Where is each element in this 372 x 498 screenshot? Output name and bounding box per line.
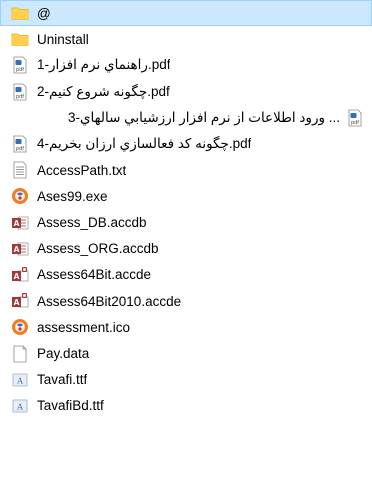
file-row-accdb[interactable]: A Assess_DB.accdb (0, 210, 372, 236)
folder-icon (10, 29, 30, 49)
file-name: چگونه شروع کنيم-2.pdf (37, 83, 170, 99)
file-name: راهنماي نرم افزار-1.pdf (37, 57, 171, 73)
file-row-accde[interactable]: A Assess64Bit.accde (0, 262, 372, 288)
file-name: Pay.data (37, 346, 90, 362)
file-row-pdf[interactable]: pdf راهنماي نرم افزار-1.pdf (0, 52, 372, 78)
svg-text:pdf: pdf (16, 94, 24, 100)
access-accde-icon: A (10, 265, 30, 285)
file-name: Assess64Bit2010.accde (37, 293, 182, 309)
app-exe-icon (10, 186, 30, 206)
pdf-icon: pdf (10, 134, 30, 154)
file-name: AccessPath.txt (37, 162, 127, 178)
svg-text:A: A (14, 245, 20, 254)
file-row-ttf[interactable]: A Tavafi.ttf (0, 367, 372, 393)
file-list: @ Uninstall pdf راهنماي نرم افزار-1.pdf (0, 0, 372, 498)
svg-text:pdf: pdf (16, 146, 24, 152)
access-db-icon: A (10, 213, 30, 233)
pdf-icon: pdf (10, 82, 30, 102)
file-row-pdf[interactable]: pdf چگونه کد فعالسازي ارزان بخريم-4.pdf (0, 131, 372, 157)
file-name: assessment.ico (37, 319, 131, 335)
file-row-accdb[interactable]: A Assess_ORG.accdb (0, 236, 372, 262)
file-name: چگونه کد فعالسازي ارزان بخريم-4.pdf (37, 136, 252, 152)
file-name: Ases99.exe (37, 188, 108, 204)
file-row-accde[interactable]: A Assess64Bit2010.accde (0, 288, 372, 314)
file-row-data[interactable]: Pay.data (0, 340, 372, 366)
blank-file-icon (10, 344, 30, 364)
file-name: Assess_DB.accdb (37, 215, 147, 231)
svg-text:A: A (14, 219, 20, 228)
file-row-txt[interactable]: AccessPath.txt (0, 157, 372, 183)
font-file-icon: A (10, 370, 30, 390)
file-row-uninstall-folder[interactable]: Uninstall (0, 26, 372, 52)
file-row-ico[interactable]: assessment.ico (0, 314, 372, 340)
pdf-icon: pdf (345, 108, 365, 128)
file-row-at-folder[interactable]: @ (0, 0, 372, 27)
svg-text:A: A (16, 376, 23, 385)
svg-text:pdf: pdf (351, 120, 359, 126)
file-name: Uninstall (37, 31, 89, 47)
svg-text:A: A (14, 298, 20, 307)
file-name: Tavafi.ttf (37, 372, 88, 388)
file-row-pdf[interactable]: pdf چگونه شروع کنيم-2.pdf (0, 79, 372, 105)
access-accde-icon: A (10, 291, 30, 311)
file-name: ورود اطلاعات از نرم افزار ارزشيابي سالها… (67, 109, 340, 125)
access-db-icon: A (10, 239, 30, 259)
svg-text:pdf: pdf (16, 67, 24, 73)
file-name: Assess_ORG.accdb (37, 241, 159, 257)
file-row-ttf[interactable]: A TavafiBd.ttf (0, 393, 372, 419)
file-name: @ (37, 5, 51, 21)
file-row-exe[interactable]: Ases99.exe (0, 183, 372, 209)
svg-text:A: A (16, 402, 23, 411)
folder-icon (10, 3, 30, 23)
font-file-icon: A (10, 396, 30, 416)
file-name: TavafiBd.ttf (37, 398, 104, 414)
pdf-icon: pdf (10, 55, 30, 75)
ico-file-icon (10, 317, 30, 337)
file-row-pdf[interactable]: ورود اطلاعات از نرم افزار ارزشيابي سالها… (0, 105, 372, 131)
svg-text:A: A (14, 272, 20, 281)
text-file-icon (10, 160, 30, 180)
file-name: Assess64Bit.accde (37, 267, 152, 283)
